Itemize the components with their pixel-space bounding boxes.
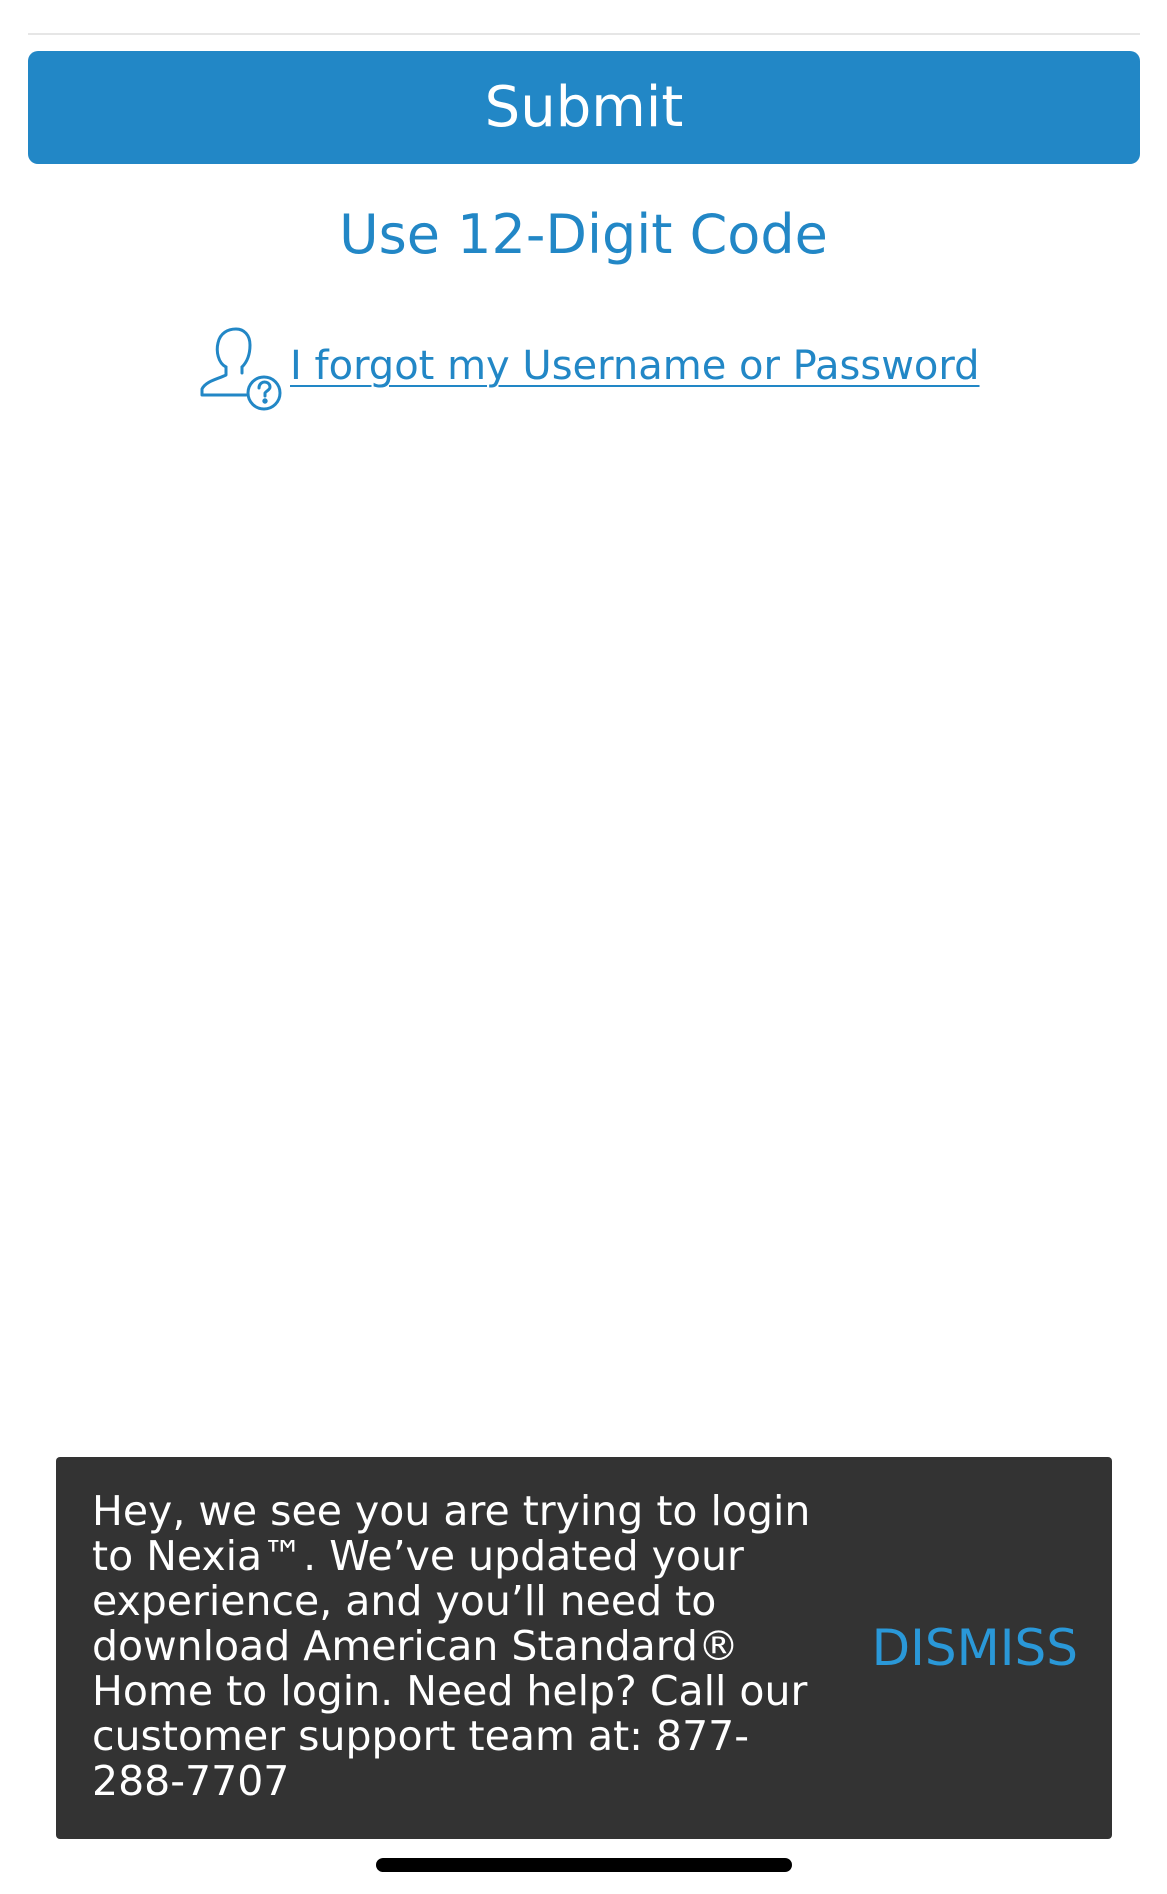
use-12-digit-code-link[interactable]: Use 12-Digit Code	[0, 195, 1167, 275]
top-divider	[28, 33, 1140, 35]
submit-button[interactable]: Submit	[28, 51, 1140, 164]
forgot-username-password-link[interactable]: I forgot my Username or Password	[290, 343, 980, 389]
toast-message: Hey, we see you are trying to login to N…	[92, 1487, 811, 1805]
nexia-migration-toast: Hey, we see you are trying to login to N…	[56, 1457, 1112, 1839]
forgot-credentials-row[interactable]: I forgot my Username or Password	[196, 320, 980, 412]
home-indicator[interactable]	[376, 1858, 792, 1872]
user-question-icon	[200, 327, 282, 411]
dismiss-button[interactable]: DISMISS	[872, 1457, 1078, 1839]
